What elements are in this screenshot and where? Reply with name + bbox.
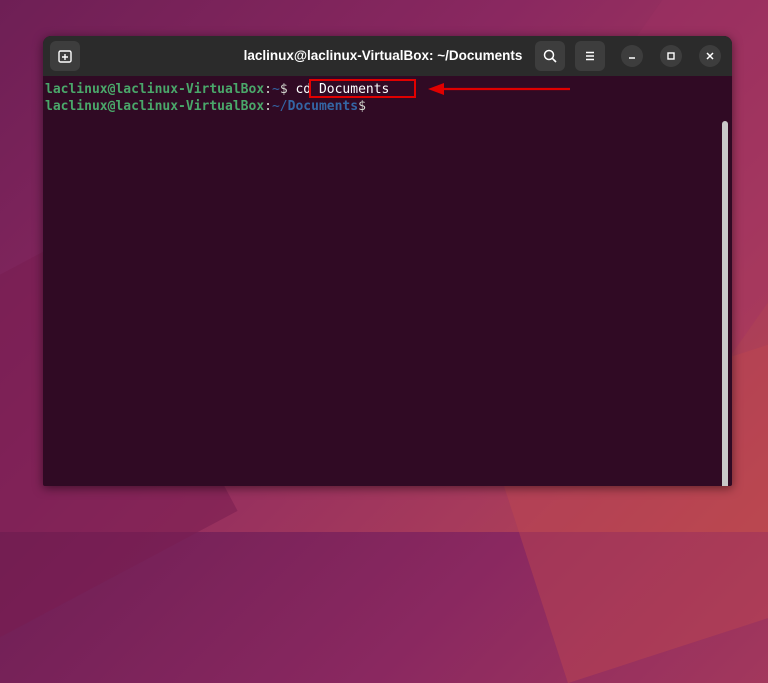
annotation-highlight-box	[309, 79, 416, 98]
prompt-colon: :	[264, 99, 272, 114]
prompt-path-home: ~/	[271, 99, 288, 114]
scrollbar[interactable]	[722, 121, 728, 486]
prompt-user-host: laclinux@laclinux-VirtualBox	[45, 82, 265, 97]
search-icon	[543, 49, 557, 63]
terminal-line: laclinux@laclinux-VirtualBox:~/Documents…	[45, 98, 366, 115]
annotation-arrow-icon	[428, 83, 570, 95]
prompt-path-dir: Documents	[287, 99, 359, 114]
prompt-dollar: $	[358, 99, 366, 114]
new-tab-button[interactable]	[50, 41, 80, 71]
prompt-path: ~	[271, 82, 280, 97]
terminal-window: laclinux@laclinux-VirtualBox: ~/Document…	[43, 36, 732, 486]
prompt-dollar: $	[279, 82, 296, 97]
minimize-icon	[629, 57, 635, 59]
minimize-button[interactable]	[621, 45, 643, 67]
menu-button[interactable]	[575, 41, 605, 71]
close-icon	[706, 52, 714, 60]
close-button[interactable]	[699, 45, 721, 67]
maximize-icon	[667, 52, 675, 60]
hamburger-menu-icon	[586, 51, 594, 61]
window-title: laclinux@laclinux-VirtualBox: ~/Document…	[243, 48, 523, 63]
new-tab-icon	[58, 50, 72, 63]
prompt-colon: :	[264, 82, 272, 97]
prompt-user-host: laclinux@laclinux-VirtualBox	[45, 99, 265, 114]
title-bar[interactable]: laclinux@laclinux-VirtualBox: ~/Document…	[43, 36, 732, 76]
search-button[interactable]	[535, 41, 565, 71]
maximize-button[interactable]	[660, 45, 682, 67]
terminal-output[interactable]: laclinux@laclinux-VirtualBox:~$ cd Docum…	[43, 76, 732, 486]
